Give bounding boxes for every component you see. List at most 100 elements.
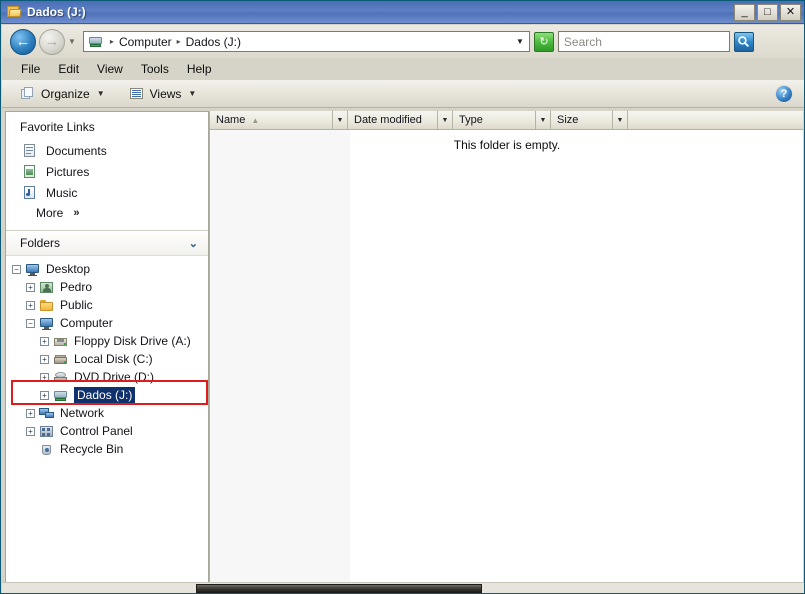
column-header-type[interactable]: Type [453, 111, 536, 129]
tree-item-dvd-drive-d[interactable]: + DVD Drive (D:) [6, 368, 208, 386]
views-icon [129, 86, 145, 101]
network-drive-icon [53, 388, 69, 403]
tree-item-icon [53, 388, 69, 403]
expand-icon[interactable]: + [40, 390, 49, 400]
menu-item-tools[interactable]: Tools [132, 60, 178, 78]
tree-item-recycle-bin[interactable]: Recycle Bin [6, 440, 208, 458]
column-header-date-modified[interactable]: Date modified [348, 111, 438, 129]
breadcrumb-separator-0: ▸ [109, 37, 114, 46]
organize-button[interactable]: Organize ▼ [14, 84, 111, 103]
tree-item-label: DVD Drive (D:) [74, 370, 154, 384]
tree-item-label: Dados (J:) [74, 387, 136, 403]
scrollbar-thumb[interactable] [196, 584, 482, 593]
column-dropdown-name[interactable]: ▼ [333, 111, 348, 129]
refresh-button[interactable]: ↻ [533, 31, 554, 52]
expand-icon[interactable]: + [26, 408, 35, 418]
folder-icon [39, 298, 55, 313]
tree-item-desktop[interactable]: − Desktop [6, 260, 208, 278]
sidebar-item-documents[interactable]: Documents [6, 140, 208, 161]
address-bar: ← → ▼ ▸ Computer ▸ Dados (J:) ▼ ↻ Search [2, 25, 804, 58]
forward-button[interactable]: → [39, 28, 65, 55]
sidebar-item-music[interactable]: Music [6, 182, 208, 203]
help-icon[interactable]: ? [775, 85, 793, 103]
collapse-icon[interactable]: − [26, 318, 35, 328]
search-icon[interactable] [733, 31, 754, 52]
search-box[interactable]: Search [557, 31, 730, 52]
tree-item-pedro[interactable]: + Pedro [6, 278, 208, 296]
sidebar-item-label: Documents [46, 143, 107, 158]
tree-item-icon [39, 298, 55, 313]
expand-icon[interactable]: + [26, 426, 35, 436]
tree-item-label: Desktop [46, 262, 91, 276]
documents-icon [22, 143, 38, 158]
menu-item-file[interactable]: File [12, 60, 49, 78]
tree-item-computer[interactable]: − Computer [6, 314, 208, 332]
history-dropdown-icon[interactable]: ▼ [68, 37, 76, 46]
column-header-filler [628, 111, 803, 129]
column-header-size[interactable]: Size [551, 111, 613, 129]
breadcrumb-bar[interactable]: ▸ Computer ▸ Dados (J:) ▼ [82, 31, 530, 52]
views-label: Views [149, 86, 182, 101]
tree-item-dados-j[interactable]: + Dados (J:) [6, 386, 208, 404]
tree-item-floppy-disk-drive-a[interactable]: + Floppy Disk Drive (A:) [6, 332, 208, 350]
tree-item-local-disk-c[interactable]: + Local Disk (C:) [6, 350, 208, 368]
breadcrumb-separator-1: ▸ [176, 37, 181, 46]
computer-drive-icon [88, 34, 104, 49]
tree-item-icon [39, 280, 55, 295]
tree-item-label: Public [60, 298, 93, 312]
minimize-button[interactable]: _ [734, 4, 755, 21]
chevron-down-icon[interactable]: ⌄ [189, 237, 198, 250]
file-list-area[interactable]: This folder is empty. [210, 130, 803, 582]
sidebar-item-label: Music [46, 185, 78, 200]
expand-icon[interactable]: + [40, 354, 49, 364]
expand-icon[interactable]: + [26, 300, 35, 310]
menu-item-edit[interactable]: Edit [49, 60, 88, 78]
sidebar-item-more[interactable]: More » [6, 203, 208, 220]
folders-header[interactable]: Folders ⌄ [6, 231, 208, 256]
expand-icon[interactable]: + [40, 336, 49, 346]
menu-item-help[interactable]: Help [178, 60, 221, 78]
tree-item-network[interactable]: + Network [6, 404, 208, 422]
column-label: Date modified [354, 114, 422, 126]
music-icon [22, 185, 38, 200]
column-dropdown-size[interactable]: ▼ [613, 111, 628, 129]
chevron-down-icon: ▼ [188, 89, 197, 98]
tree-item-label: Network [60, 406, 105, 420]
tree-item-public[interactable]: + Public [6, 296, 208, 314]
expand-icon[interactable]: + [26, 282, 35, 292]
views-button[interactable]: Views ▼ [123, 84, 203, 103]
maximize-button[interactable]: □ [757, 4, 778, 21]
horizontal-scrollbar[interactable] [2, 582, 804, 593]
breadcrumb-item-dados[interactable]: Dados (J:) [184, 34, 243, 50]
favorite-links-heading: Favorite Links [20, 120, 95, 134]
folders-heading: Folders [20, 236, 61, 250]
window-controls: _ □ ✕ [734, 4, 801, 21]
column-dropdown-date-modified[interactable]: ▼ [438, 111, 453, 129]
tree-item-control-panel[interactable]: + Control Panel [6, 422, 208, 440]
sort-ascending-icon: ▲ [251, 115, 260, 125]
back-button[interactable]: ← [10, 28, 36, 55]
expand-icon[interactable]: + [40, 372, 49, 382]
column-header-name[interactable]: Name ▲ [210, 111, 333, 129]
tree-item-icon [39, 424, 55, 439]
menu-item-view[interactable]: View [88, 60, 132, 78]
empty-folder-message: This folder is empty. [453, 138, 561, 152]
close-button[interactable]: ✕ [780, 4, 801, 21]
network-icon [39, 406, 55, 421]
collapse-icon[interactable]: − [12, 264, 21, 274]
toolbar: Organize ▼ Views ▼ ? [2, 80, 804, 108]
chevron-down-icon[interactable]: ▼ [516, 37, 524, 46]
column-label: Name [216, 114, 246, 126]
sidebar-item-pictures[interactable]: Pictures [6, 161, 208, 182]
column-label: Size [557, 114, 579, 126]
search-input[interactable]: Search [564, 35, 602, 49]
floppy-drive-icon [53, 334, 69, 349]
breadcrumb-item-computer[interactable]: Computer [117, 34, 174, 50]
explorer-window: Dados (J:) _ □ ✕ ← → ▼ ▸ Computer ▸ Dado… [0, 0, 805, 594]
organize-label: Organize [41, 86, 90, 101]
file-list-pane: Name ▲ ▼ Date modified ▼ Type ▼ Size ▼ T… [209, 111, 803, 583]
favorite-links-section: Favorite Links Documents Pictures Music … [6, 112, 208, 231]
column-dropdown-type[interactable]: ▼ [536, 111, 551, 129]
dvd-drive-icon [53, 370, 69, 385]
monitor-icon [25, 262, 41, 277]
